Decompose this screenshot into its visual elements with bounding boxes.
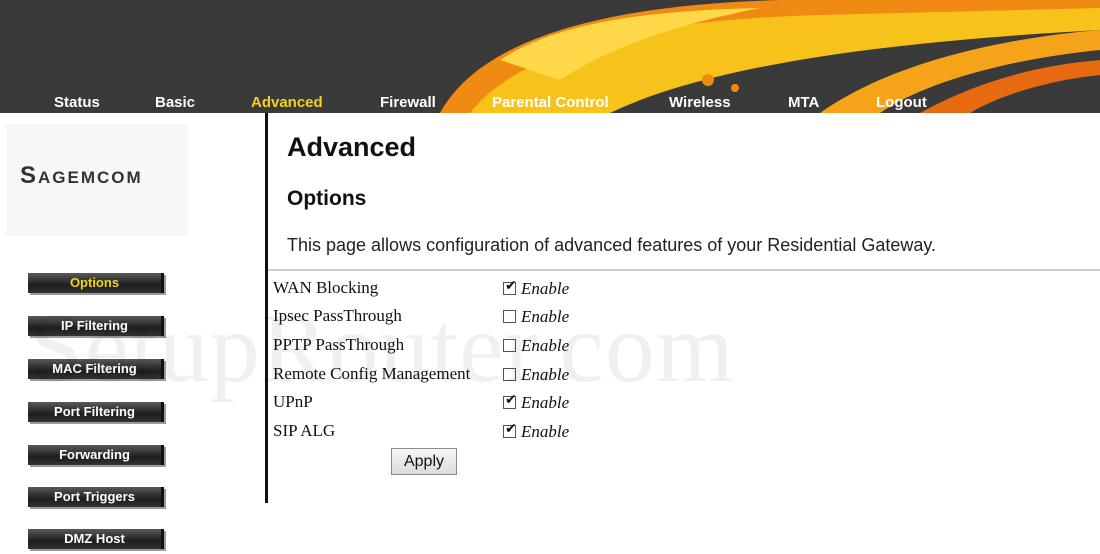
pptp-passthrough-checkbox[interactable] bbox=[503, 339, 516, 352]
option-label-upnp: UPnP bbox=[273, 392, 313, 411]
wan-blocking-checkbox[interactable]: ✔ bbox=[503, 278, 517, 295]
horizontal-divider bbox=[268, 269, 1100, 271]
nav-status[interactable]: Status bbox=[54, 93, 100, 113]
checkmark-icon: ✔ bbox=[505, 421, 517, 437]
sidebar-item-port-triggers[interactable]: Port Triggers bbox=[28, 487, 164, 507]
page-title: Advanced bbox=[287, 132, 417, 162]
nav-mta[interactable]: MTA bbox=[788, 93, 819, 113]
sidebar-item-forwarding[interactable]: Forwarding bbox=[28, 445, 164, 465]
nav-advanced[interactable]: Advanced bbox=[251, 93, 323, 113]
checkmark-icon: ✔ bbox=[505, 392, 517, 408]
sagemcom-logo: Sagemcom bbox=[20, 162, 143, 189]
option-enable-label: Enable bbox=[521, 365, 570, 384]
nav-wireless[interactable]: Wireless bbox=[669, 93, 731, 113]
nav-basic[interactable]: Basic bbox=[155, 93, 195, 113]
option-label-ipsec-passthrough: Ipsec PassThrough bbox=[273, 306, 402, 325]
checkmark-icon: ✔ bbox=[505, 278, 517, 294]
option-enable-label: Enable bbox=[521, 336, 570, 355]
option-enable-label: Enable bbox=[521, 393, 570, 412]
sidebar-item-ip-filtering[interactable]: IP Filtering bbox=[28, 316, 164, 336]
option-enable-label: Enable bbox=[521, 307, 570, 326]
option-label-remote-config-management: Remote Config Management bbox=[273, 364, 471, 383]
ipsec-passthrough-checkbox[interactable] bbox=[503, 310, 516, 323]
page-description: This page allows configuration of advanc… bbox=[287, 235, 937, 255]
option-enable-label: Enable bbox=[521, 279, 570, 298]
option-enable-label: Enable bbox=[521, 422, 570, 441]
nav-logout[interactable]: Logout bbox=[876, 93, 927, 113]
sip-alg-checkbox[interactable]: ✔ bbox=[503, 421, 517, 438]
vertical-divider bbox=[265, 113, 268, 503]
sidebar-item-mac-filtering[interactable]: MAC Filtering bbox=[28, 359, 164, 379]
sidebar-item-options[interactable]: Options bbox=[28, 273, 164, 293]
upnp-checkbox[interactable]: ✔ bbox=[503, 392, 517, 409]
top-navigation: Status Basic Advanced Firewall Parental … bbox=[0, 93, 1100, 113]
option-label-sip-alg: SIP ALG bbox=[273, 421, 336, 440]
remote-config-management-checkbox[interactable] bbox=[503, 368, 516, 381]
option-label-wan-blocking: WAN Blocking bbox=[273, 278, 379, 297]
sidebar-item-port-filtering[interactable]: Port Filtering bbox=[28, 402, 164, 422]
option-label-pptp-passthrough: PPTP PassThrough bbox=[273, 335, 405, 354]
nav-parental-control[interactable]: Parental Control bbox=[492, 93, 609, 113]
section-title: Options bbox=[287, 187, 367, 210]
header-banner: Status Basic Advanced Firewall Parental … bbox=[0, 0, 1100, 113]
apply-button[interactable]: Apply bbox=[391, 448, 457, 475]
sidebar-item-dmz-host[interactable]: DMZ Host bbox=[28, 529, 164, 549]
nav-firewall[interactable]: Firewall bbox=[380, 93, 436, 113]
